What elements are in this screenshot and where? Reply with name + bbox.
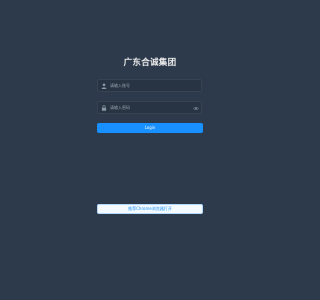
username-input[interactable]: [110, 80, 192, 91]
password-field[interactable]: [97, 101, 202, 114]
password-input[interactable]: [110, 102, 192, 113]
page-title: 广东合诚集团: [123, 58, 177, 68]
chrome-download-button[interactable]: 推荐Chrome浏览器打开: [97, 204, 203, 214]
lock-icon: [101, 105, 107, 111]
user-icon: [101, 83, 107, 89]
username-field[interactable]: [97, 79, 202, 92]
eye-icon[interactable]: [193, 106, 199, 111]
login-page: 广东合诚集团 Login 推荐Chrome浏览器打开: [0, 0, 300, 300]
login-button[interactable]: Login: [97, 123, 203, 133]
